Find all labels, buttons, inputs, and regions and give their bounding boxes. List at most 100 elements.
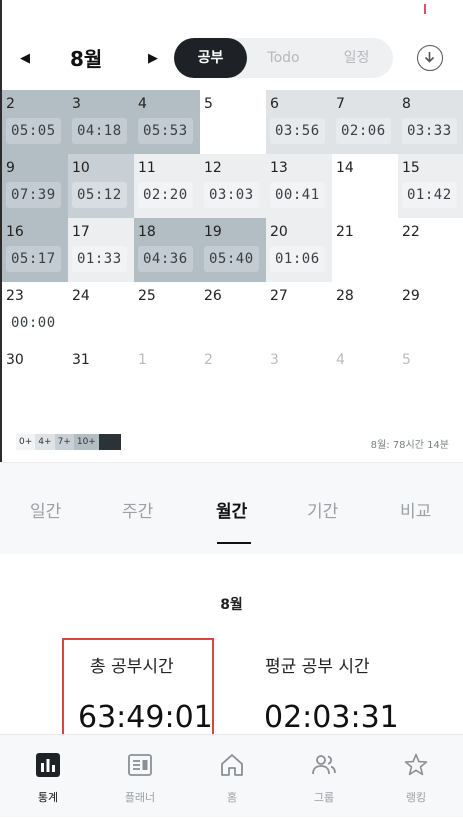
calendar-day[interactable]: 16 05:17 xyxy=(2,218,68,282)
average-study-value: 02:03:31 xyxy=(264,700,399,735)
day-study-time: 07:39 xyxy=(6,182,61,208)
calendar-day[interactable]: 7 02:06 xyxy=(332,90,398,154)
day-study-time: 03:56 xyxy=(270,118,325,144)
average-study-label: 평균 공부 시간 xyxy=(265,657,370,677)
nav-label: 홈 xyxy=(226,791,238,804)
day-number: 12 xyxy=(204,160,222,176)
month-calendar: 2 05:05 3 04:18 4 05:53 5 6 03:56 7 02:06 8 03:33 9 07… xyxy=(2,90,463,410)
calendar-day[interactable]: 2 xyxy=(200,346,266,410)
calendar-day[interactable]: 19 05:40 xyxy=(200,218,266,282)
tab-period[interactable]: 기간 xyxy=(307,497,338,522)
day-number: 4 xyxy=(138,96,147,112)
day-number: 13 xyxy=(270,160,288,176)
calendar-day[interactable]: 3 xyxy=(266,346,332,410)
calendar-day[interactable]: 24 xyxy=(68,282,134,346)
calendar-day[interactable]: 2 05:05 xyxy=(2,90,68,154)
nav-planner[interactable]: 플래너 xyxy=(94,735,186,818)
legend-item: 0+ xyxy=(16,434,36,450)
calendar-day[interactable]: 20 01:06 xyxy=(266,218,332,282)
calendar-day[interactable]: 18 04:36 xyxy=(134,218,200,282)
bar-chart-icon xyxy=(36,753,60,777)
nav-ranking[interactable]: 랭킹 xyxy=(370,735,462,818)
calendar-day[interactable]: 13 00:41 xyxy=(266,154,332,218)
star-icon xyxy=(404,753,428,776)
day-number: 29 xyxy=(402,288,420,304)
download-button[interactable] xyxy=(417,45,443,71)
day-number: 2 xyxy=(6,96,15,112)
day-number: 5 xyxy=(402,352,411,368)
tab-compare[interactable]: 비교 xyxy=(400,497,431,522)
calendar-day[interactable]: 31 xyxy=(68,346,134,410)
calendar-day[interactable]: 12 03:03 xyxy=(200,154,266,218)
day-number: 23 xyxy=(6,288,24,304)
calendar-week: 30 31 1 2 3 4 5 xyxy=(2,346,463,410)
nav-label: 랭킹 xyxy=(405,791,427,804)
month-header: ◀ 8월 ▶ 공부 Todo 일정 xyxy=(0,34,463,84)
day-study-time: 03:33 xyxy=(402,118,457,144)
segment-study[interactable]: 공부 xyxy=(174,38,247,78)
day-number: 22 xyxy=(402,224,420,240)
day-number: 30 xyxy=(6,352,24,368)
nav-stats[interactable]: 통계 xyxy=(2,735,94,818)
calendar-day[interactable]: 8 03:33 xyxy=(398,90,463,154)
calendar-day[interactable]: 14 xyxy=(332,154,398,218)
day-number: 25 xyxy=(138,288,156,304)
planner-icon xyxy=(128,754,152,776)
calendar-day[interactable]: 21 xyxy=(332,218,398,282)
calendar-day[interactable]: 27 xyxy=(266,282,332,346)
nav-home[interactable]: 홈 xyxy=(186,735,278,818)
tab-daily[interactable]: 일간 xyxy=(30,497,61,522)
calendar-day[interactable]: 26 xyxy=(200,282,266,346)
segment-schedule[interactable]: 일정 xyxy=(320,38,393,78)
total-study-value: 63:49:01 xyxy=(78,700,213,735)
legend-item: 4+ xyxy=(35,434,55,450)
nav-group[interactable]: 그룹 xyxy=(278,735,370,818)
bottom-navigation: 통계 플래너 홈 그룹 랭킹 xyxy=(0,734,463,817)
day-number: 31 xyxy=(72,352,90,368)
prev-month-button[interactable]: ◀ xyxy=(15,48,35,68)
calendar-day[interactable]: 10 05:12 xyxy=(68,154,134,218)
calendar-day[interactable]: 6 03:56 xyxy=(266,90,332,154)
day-number: 15 xyxy=(402,160,420,176)
tab-monthly[interactable]: 월간 xyxy=(216,497,247,522)
day-study-time: 04:18 xyxy=(72,118,127,144)
stats-month-title: 8월 xyxy=(220,597,243,613)
calendar-day[interactable]: 9 07:39 xyxy=(2,154,68,218)
calendar-day[interactable]: 30 xyxy=(2,346,68,410)
day-number: 24 xyxy=(72,288,90,304)
calendar-day[interactable]: 4 xyxy=(332,346,398,410)
calendar-day[interactable]: 25 xyxy=(134,282,200,346)
calendar-day[interactable]: 11 02:20 xyxy=(134,154,200,218)
segment-todo[interactable]: Todo xyxy=(247,38,320,78)
day-number: 11 xyxy=(138,160,156,176)
month-title: 8월 xyxy=(70,47,103,71)
calendar-day[interactable]: 3 04:18 xyxy=(68,90,134,154)
calendar-day[interactable]: 5 xyxy=(398,346,463,410)
heat-legend: 0+ 4+ 7+ 10+ xyxy=(16,434,121,450)
next-month-button[interactable]: ▶ xyxy=(143,48,163,68)
day-number: 3 xyxy=(270,352,279,368)
day-study-time: 00:00 xyxy=(11,315,56,331)
home-icon xyxy=(221,754,243,776)
calendar-day[interactable]: 22 xyxy=(398,218,463,282)
day-number: 2 xyxy=(204,352,213,368)
calendar-day[interactable]: 15 01:42 xyxy=(398,154,463,218)
calendar-day[interactable]: 28 xyxy=(332,282,398,346)
calendar-day[interactable]: 4 05:53 xyxy=(134,90,200,154)
day-number: 17 xyxy=(72,224,90,240)
calendar-day[interactable]: 23 00:00 xyxy=(2,282,68,346)
calendar-day[interactable]: 17 01:33 xyxy=(68,218,134,282)
day-study-time: 01:33 xyxy=(72,246,127,272)
day-study-time: 05:40 xyxy=(204,246,259,272)
calendar-day[interactable]: 5 xyxy=(200,90,266,154)
calendar-day[interactable]: 29 xyxy=(398,282,463,346)
tab-weekly[interactable]: 주간 xyxy=(122,497,153,522)
month-total-summary: 8월: 78시간 14분 xyxy=(370,440,449,451)
day-number: 14 xyxy=(336,160,354,176)
calendar-day[interactable]: 1 xyxy=(134,346,200,410)
day-number: 20 xyxy=(270,224,288,240)
day-number: 10 xyxy=(72,160,90,176)
nav-label: 그룹 xyxy=(313,791,335,804)
day-study-time: 01:06 xyxy=(270,246,325,272)
day-number: 19 xyxy=(204,224,222,240)
